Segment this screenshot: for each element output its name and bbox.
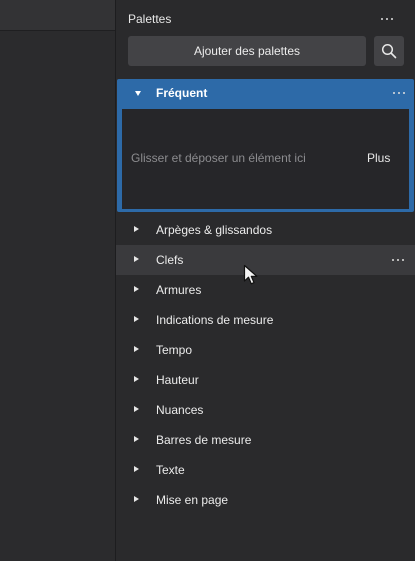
chevron-down-icon: [135, 91, 141, 96]
palette-label: Nuances: [156, 403, 204, 417]
chevron-right-icon: [134, 406, 139, 412]
palette-label: Clefs: [156, 253, 184, 267]
chevron-right-icon: [134, 226, 139, 232]
palette-row-key-signatures[interactable]: Armures: [116, 275, 415, 305]
drop-hint: Glisser et déposer un élément ici: [131, 151, 306, 165]
search-icon: [381, 43, 397, 59]
score-tab-strip: [0, 0, 115, 31]
palette-frequent[interactable]: Fréquent Glisser et déposer un élément i…: [117, 79, 414, 212]
palette-label: Tempo: [156, 343, 193, 357]
score-area: [0, 0, 115, 561]
more-link[interactable]: Plus: [367, 151, 390, 165]
palette-row-arpeggios[interactable]: Arpèges & glissandos: [116, 215, 415, 245]
mouse-cursor-icon: [243, 264, 258, 285]
palette-row-layout[interactable]: Mise en page: [116, 485, 415, 515]
palette-label: Mise en page: [156, 493, 229, 507]
palette-label: Barres de mesure: [156, 433, 252, 447]
drop-zone[interactable]: Glisser et déposer un élément ici Plus: [122, 109, 409, 209]
palette-row-tempo[interactable]: Tempo: [116, 335, 415, 365]
frequent-more-options-icon[interactable]: [393, 92, 405, 94]
chevron-right-icon: [134, 436, 139, 442]
palette-row-dynamics[interactable]: Nuances: [116, 395, 415, 425]
clefs-more-options-icon[interactable]: [392, 259, 404, 261]
chevron-right-icon: [134, 346, 139, 352]
chevron-right-icon: [134, 376, 139, 382]
chevron-right-icon: [134, 496, 139, 502]
palette-frequent-label: Fréquent: [156, 86, 208, 100]
palette-label: Armures: [156, 283, 202, 297]
chevron-right-icon: [134, 316, 139, 322]
palette-list: Arpèges & glissandos Clefs Armures Indic…: [116, 215, 415, 515]
palette-label: Arpèges & glissandos: [156, 223, 273, 237]
palette-label: Indications de mesure: [156, 313, 274, 327]
palette-row-barlines[interactable]: Barres de mesure: [116, 425, 415, 455]
panel-title: Palettes: [128, 12, 172, 26]
palette-row-text[interactable]: Texte: [116, 455, 415, 485]
palettes-panel: Palettes Ajouter des palettes Fréquent G…: [116, 0, 415, 561]
palette-label: Texte: [156, 463, 185, 477]
palette-row-time-signatures[interactable]: Indications de mesure: [116, 305, 415, 335]
chevron-right-icon: [134, 466, 139, 472]
panel-more-options-icon[interactable]: [381, 18, 393, 20]
add-palettes-button[interactable]: Ajouter des palettes: [128, 36, 366, 66]
palette-label: Hauteur: [156, 373, 199, 387]
search-button[interactable]: [374, 36, 404, 66]
palette-frequent-header[interactable]: Fréquent: [117, 79, 414, 107]
palette-row-clefs[interactable]: Clefs: [116, 245, 415, 275]
chevron-right-icon: [134, 286, 139, 292]
palette-row-pitch[interactable]: Hauteur: [116, 365, 415, 395]
chevron-right-icon: [134, 256, 139, 262]
